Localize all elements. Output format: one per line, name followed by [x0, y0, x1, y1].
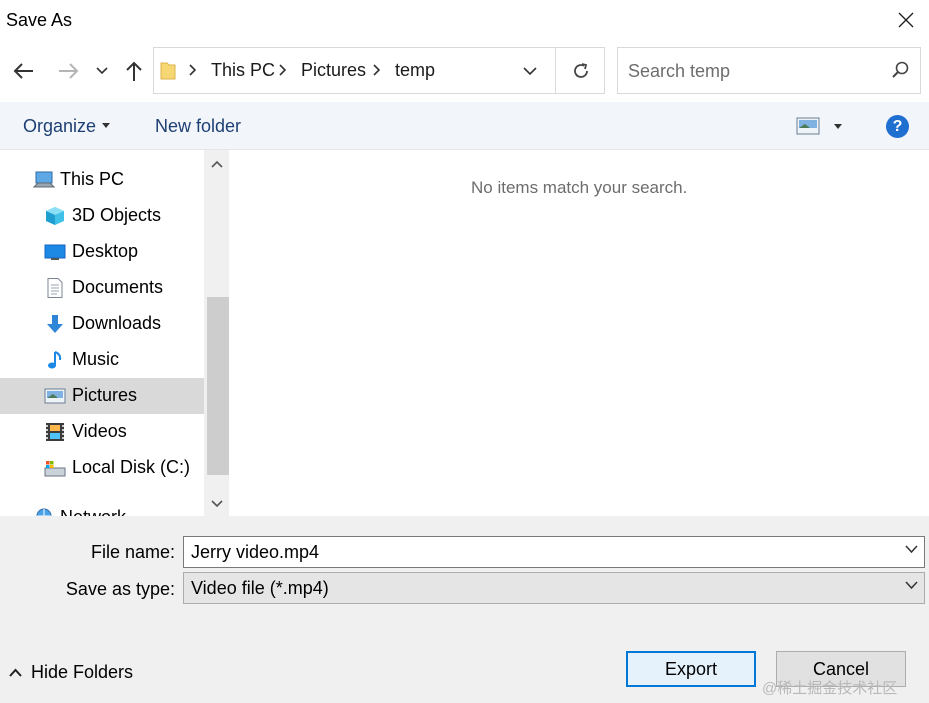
- picture-icon: [44, 388, 66, 404]
- sidebar-item-label: Local Disk (C:): [72, 457, 191, 477]
- sidebar-item-this-pc[interactable]: This PC: [0, 162, 204, 198]
- scroll-down-button[interactable]: [204, 490, 229, 518]
- navigation-scrollbar[interactable]: [204, 150, 229, 516]
- search-icon: [892, 61, 909, 78]
- sidebar-item-downloads[interactable]: Downloads: [0, 306, 204, 342]
- sidebar-item-desktop[interactable]: Desktop: [0, 234, 204, 270]
- sidebar-item-label: Music: [72, 349, 120, 369]
- file-list[interactable]: No items match your search.: [232, 150, 929, 516]
- organize-label: Organize: [23, 116, 97, 136]
- scroll-up-button[interactable]: [204, 150, 229, 178]
- export-button[interactable]: Export: [626, 651, 756, 687]
- back-button[interactable]: [9, 57, 37, 85]
- breadcrumb-temp[interactable]: temp: [395, 60, 435, 81]
- navigation-pane: This PC 3D Objects Desktop Documents Dow…: [0, 150, 204, 516]
- file-name-label: File name:: [90, 542, 175, 562]
- sidebar-item-videos[interactable]: Videos: [0, 414, 204, 450]
- sidebar-item-local-disk[interactable]: Local Disk (C:): [0, 450, 204, 486]
- caret-down-icon: [102, 123, 111, 128]
- hide-folders-button[interactable]: Hide Folders: [9, 662, 133, 683]
- sidebar-item-label: 3D Objects: [72, 205, 162, 225]
- recent-locations-button[interactable]: [90, 57, 114, 85]
- arrow-up-icon: [126, 61, 142, 81]
- arrow-left-icon: [13, 63, 33, 79]
- sidebar-item-documents[interactable]: Documents: [0, 270, 204, 306]
- sidebar-item-label: This PC: [60, 169, 125, 189]
- chevron-down-icon: [210, 500, 223, 508]
- network-icon: [36, 508, 52, 516]
- organize-button[interactable]: Organize: [23, 116, 111, 137]
- cube-icon: [46, 207, 64, 225]
- file-name-input[interactable]: Jerry video.mp4: [191, 542, 319, 563]
- chevron-right-icon: [279, 64, 287, 76]
- search-box[interactable]: Search temp: [617, 47, 921, 94]
- document-icon: [47, 278, 63, 298]
- sidebar-item-pictures[interactable]: Pictures: [0, 378, 204, 414]
- download-arrow-icon: [47, 315, 63, 333]
- drive-icon: [44, 461, 66, 477]
- desktop-icon: [44, 244, 66, 260]
- save-options-panel: File name: Jerry video.mp4 Save as type:…: [0, 516, 929, 703]
- chevron-up-icon: [210, 160, 223, 168]
- chevron-down-icon[interactable]: [905, 545, 918, 554]
- chevron-down-icon: [905, 581, 918, 590]
- computer-icon: [33, 171, 55, 188]
- close-button[interactable]: [883, 0, 929, 40]
- sidebar-item-music[interactable]: Music: [0, 342, 204, 378]
- command-toolbar: Organize New folder ?: [0, 102, 929, 150]
- folder-icon: [160, 62, 176, 80]
- sidebar-item-network[interactable]: Network: [0, 500, 204, 516]
- chevron-down-icon: [523, 66, 537, 75]
- view-icon: [796, 117, 820, 135]
- chevron-down-icon: [96, 67, 108, 75]
- sidebar-item-label: Downloads: [72, 313, 162, 333]
- breadcrumb-pictures[interactable]: Pictures: [301, 60, 366, 81]
- sidebar-item-label: Documents: [72, 277, 164, 297]
- save-type-value: Video file (*.mp4): [191, 578, 329, 598]
- chevron-right-icon: [373, 64, 381, 76]
- sidebar-item-label: Videos: [72, 421, 127, 441]
- breadcrumb-this-pc[interactable]: This PC: [211, 60, 275, 81]
- sidebar-item-label: Desktop: [72, 241, 139, 261]
- refresh-icon: [573, 62, 588, 78]
- music-note-icon: [48, 351, 62, 369]
- address-bar[interactable]: This PC Pictures temp: [153, 47, 605, 94]
- chevron-up-icon: [9, 668, 22, 677]
- caret-down-icon: [834, 123, 842, 129]
- change-view-button[interactable]: [796, 114, 848, 138]
- navigation-bar: This PC Pictures temp Search temp: [0, 40, 929, 102]
- window-title: Save As: [6, 10, 73, 30]
- new-folder-button[interactable]: New folder: [155, 116, 241, 137]
- file-name-field[interactable]: Jerry video.mp4: [183, 536, 925, 568]
- close-icon: [898, 12, 914, 28]
- search-input[interactable]: Search temp: [628, 61, 730, 82]
- hide-folders-label: Hide Folders: [31, 662, 134, 682]
- help-button[interactable]: ?: [886, 115, 909, 138]
- sidebar-item-label: Pictures: [72, 385, 138, 405]
- scroll-thumb[interactable]: [207, 297, 229, 475]
- watermark: @稀土掘金技术社区: [762, 680, 898, 697]
- arrow-right-icon: [59, 63, 79, 79]
- save-type-label: Save as type:: [65, 579, 175, 599]
- title-bar: Save As: [0, 0, 929, 40]
- film-icon: [46, 423, 64, 441]
- empty-message: No items match your search.: [471, 178, 688, 197]
- sidebar-item-3d-objects[interactable]: 3D Objects: [0, 198, 204, 234]
- sidebar-item-label: Network: [60, 507, 126, 516]
- save-type-select[interactable]: Video file (*.mp4): [183, 572, 925, 604]
- up-button[interactable]: [120, 57, 148, 85]
- chevron-right-icon: [189, 64, 197, 76]
- address-dropdown-button[interactable]: [516, 61, 544, 81]
- refresh-button[interactable]: [555, 48, 605, 93]
- forward-button[interactable]: [55, 57, 83, 85]
